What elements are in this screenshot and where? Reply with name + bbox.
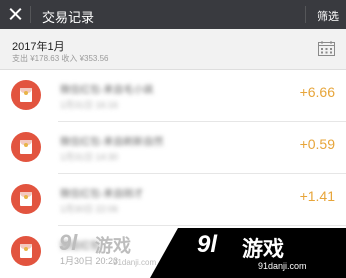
watermark-url: 91danji.com (113, 258, 157, 267)
transaction-date: 1月31日 14:30 (60, 152, 119, 162)
transaction-amount: +6.66 (299, 84, 335, 100)
month-label: 2017年1月 (12, 41, 65, 53)
top-navigation-bar: 交易记录 筛选 (0, 0, 346, 29)
close-icon[interactable] (7, 6, 24, 23)
transaction-row[interactable]: 微信红包-来自刚才 1月30日 22:06 +1.41 (0, 174, 346, 226)
transaction-name: 微信红包-来自毛小飒 (60, 85, 154, 96)
red-packet-icon (11, 80, 41, 110)
transaction-name: 微信红包-来自刚才 (60, 189, 144, 200)
divider (30, 6, 31, 23)
transaction-date: 1月30日 22:06 (60, 204, 119, 214)
divider (305, 6, 306, 23)
red-packet-icon (11, 184, 41, 214)
watermark-logo-text: 游戏 (242, 238, 284, 261)
red-packet-icon (11, 132, 41, 162)
transaction-name: 微信红包-来自刷新自然 (60, 137, 164, 148)
filter-button[interactable]: 筛选 (317, 8, 339, 24)
watermark-logo-number: 9l (59, 230, 78, 255)
red-packet-icon (11, 236, 41, 266)
transaction-amount: +1.41 (299, 188, 335, 204)
watermark: 9l 游戏 91danji.com 9l 游戏 91danji.com (55, 228, 346, 278)
page-title: 交易记录 (42, 10, 95, 25)
transaction-date: 1月31日 16:16 (60, 100, 119, 110)
watermark-logo-text: 游戏 (95, 236, 131, 256)
calendar-icon[interactable] (318, 41, 335, 56)
month-summary: 支出 ¥178.63 收入 ¥353.56 (12, 54, 109, 63)
transaction-row[interactable]: 微信红包-来自毛小飒 1月31日 16:16 +6.66 (0, 70, 346, 122)
transaction-row[interactable]: 微信红包-来自刷新自然 1月31日 14:30 +0.59 (0, 122, 346, 174)
month-header: 2017年1月 支出 ¥178.63 收入 ¥353.56 (0, 29, 346, 70)
transaction-amount: +0.59 (299, 136, 335, 152)
watermark-logo-number: 9l (197, 231, 218, 258)
watermark-url: 91danji.com (258, 261, 307, 271)
